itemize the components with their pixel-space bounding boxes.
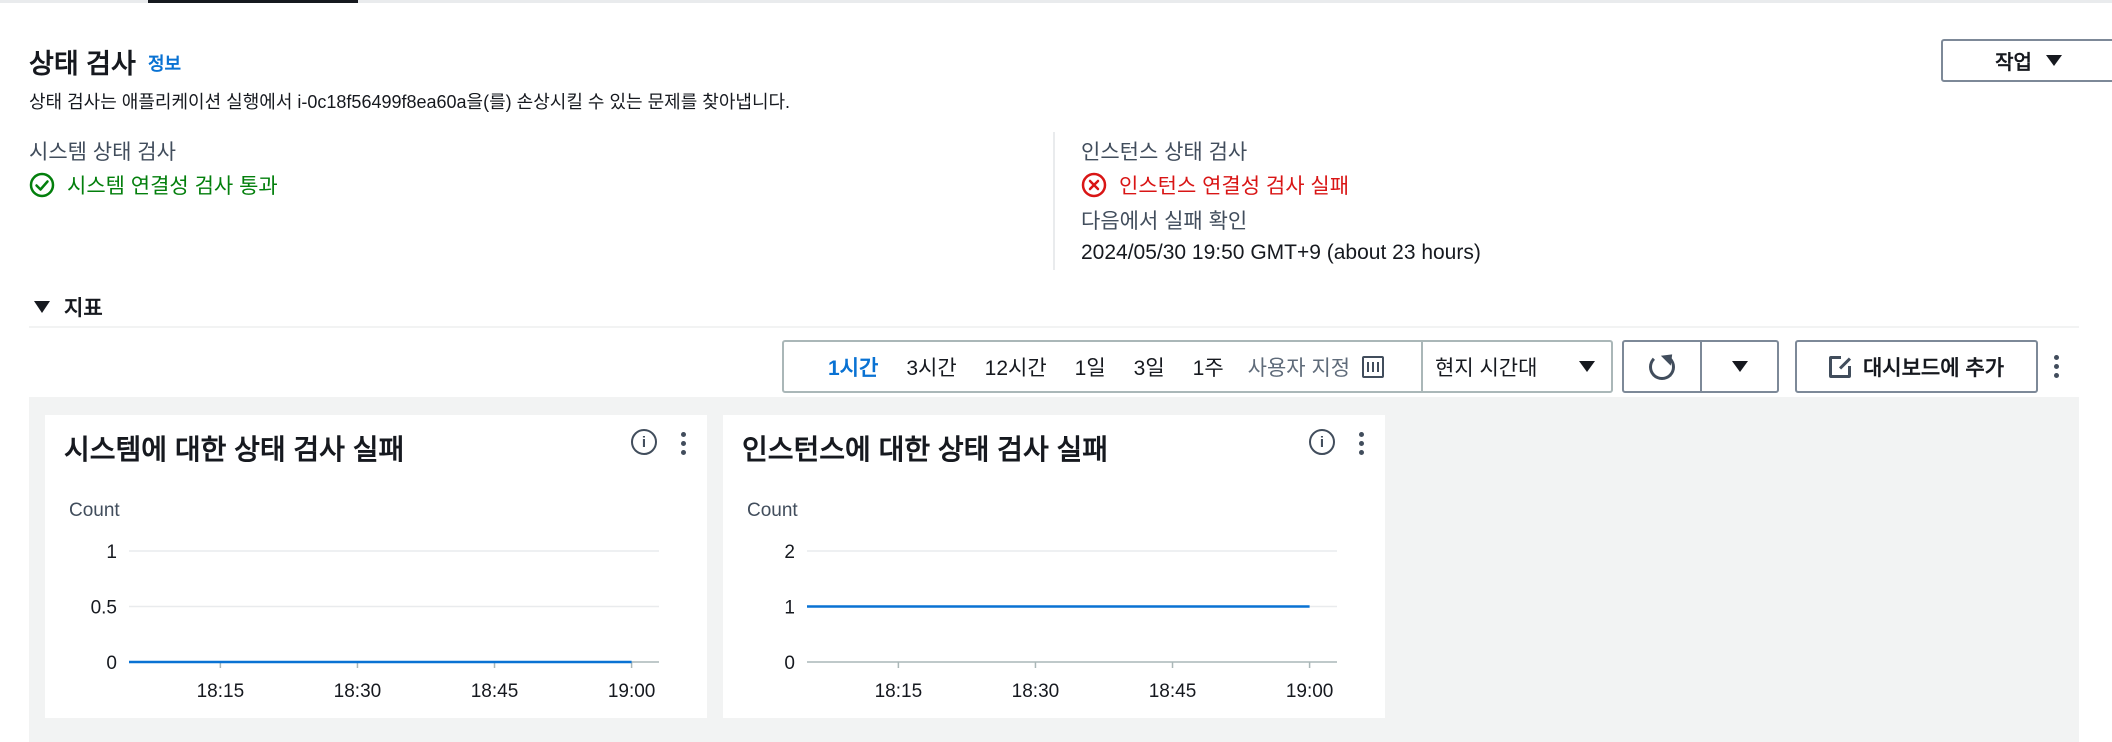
- metrics-header-label: 지표: [64, 297, 103, 320]
- active-tab-indicator: [148, 0, 358, 3]
- time-range-selector: 1시간 3시간 12시간 1일 3일 1주 사용자 지정: [782, 340, 1423, 393]
- y-tick-label: 2: [784, 542, 795, 563]
- range-1d[interactable]: 1일: [1075, 352, 1106, 382]
- range-custom[interactable]: 사용자 지정: [1247, 352, 1385, 382]
- x-tick-label: 18:45: [471, 681, 519, 702]
- failure-label: 다음에서 실패 확인: [1081, 210, 1248, 233]
- y-tick-label: 1: [106, 542, 117, 563]
- y-axis-label: Count: [747, 500, 798, 521]
- system-check-label: 시스템 상태 검사: [29, 141, 176, 164]
- refresh-interval-dropdown[interactable]: [1700, 340, 1779, 393]
- caret-down-icon: [34, 301, 50, 313]
- timezone-value: 현지 시간대: [1435, 356, 1538, 380]
- action-button[interactable]: 작업: [1941, 39, 2112, 82]
- column-divider: [1053, 132, 1055, 270]
- y-axis-label: Count: [69, 500, 120, 521]
- refresh-icon: [1649, 353, 1675, 380]
- range-3d[interactable]: 3일: [1134, 352, 1165, 382]
- calendar-icon: [1362, 355, 1385, 378]
- y-tick-label: 0.5: [91, 598, 117, 619]
- range-1h[interactable]: 1시간: [828, 352, 878, 382]
- caret-down-icon: [1579, 361, 1595, 372]
- y-tick-label: 1: [784, 598, 795, 619]
- section-description: 상태 검사는 애플리케이션 실행에서 i-0c18f56499f8ea60a을(…: [29, 92, 791, 112]
- range-1w[interactable]: 1주: [1193, 352, 1224, 382]
- x-tick-label: 18:45: [1149, 681, 1197, 702]
- page-title: 상태 검사: [29, 49, 136, 79]
- system-status-chart: Count 1 0.5 0 18:15 18:30 18:45 19:00: [69, 500, 659, 702]
- action-button-label: 작업: [1995, 52, 2032, 74]
- x-tick-label: 18:30: [334, 681, 382, 702]
- x-tick-label: 18:15: [875, 681, 923, 702]
- check-circle-icon: [29, 172, 55, 198]
- metrics-section-toggle[interactable]: 지표: [34, 292, 103, 322]
- instance-check-label: 인스턴스 상태 검사: [1081, 141, 1248, 164]
- instance-status-chart: Count 2 1 0 18:15 18:30 18:45 19:00: [747, 500, 1337, 702]
- instance-check-status: 인스턴스 연결성 검사 실패: [1081, 170, 1349, 200]
- section-divider: [29, 326, 2079, 328]
- external-link-icon: [1828, 353, 1853, 378]
- caret-down-icon: [1731, 361, 1748, 372]
- failure-time: 2024/05/30 19:50 GMT+9 (about 23 hours): [1081, 241, 1481, 264]
- caret-down-icon: [2045, 55, 2062, 66]
- system-status-widget: 시스템에 대한 상태 검사 실패 i Count 1 0.5 0 18:15 18:30 1…: [45, 415, 707, 718]
- y-tick-label: 0: [784, 653, 795, 674]
- system-check-status-text: 시스템 연결성 검사 통과: [67, 175, 278, 198]
- add-to-dashboard-button[interactable]: 대시보드에 추가: [1795, 340, 2038, 393]
- x-tick-label: 18:15: [197, 681, 245, 702]
- x-tick-label: 19:00: [1286, 681, 1334, 702]
- instance-check-status-text: 인스턴스 연결성 검사 실패: [1119, 175, 1350, 198]
- timezone-select[interactable]: 현지 시간대: [1421, 340, 1613, 393]
- x-tick-label: 19:00: [608, 681, 656, 702]
- refresh-button[interactable]: [1622, 340, 1702, 393]
- range-12h[interactable]: 12시간: [985, 352, 1047, 382]
- add-to-dashboard-label: 대시보드에 추가: [1862, 356, 2005, 380]
- range-custom-label: 사용자 지정: [1247, 356, 1351, 380]
- info-link[interactable]: 정보: [148, 50, 181, 76]
- error-circle-icon: [1081, 172, 1107, 198]
- range-3h[interactable]: 3시간: [906, 352, 956, 382]
- instance-status-widget: 인스턴스에 대한 상태 검사 실패 i Count 2 1 0 18:15 18:30 18…: [723, 415, 1385, 718]
- y-tick-label: 0: [106, 653, 117, 674]
- more-options-icon[interactable]: [2054, 355, 2059, 378]
- system-check-status: 시스템 연결성 검사 통과: [29, 170, 278, 200]
- x-tick-label: 18:30: [1012, 681, 1060, 702]
